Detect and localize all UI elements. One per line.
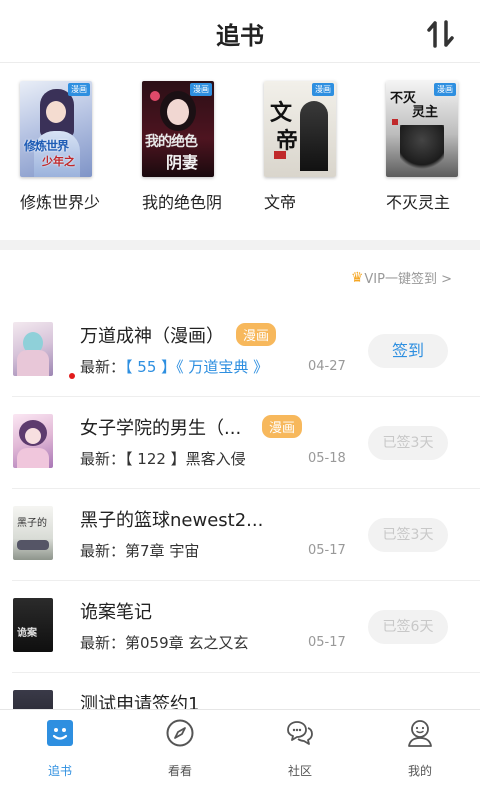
- comic-badge: 漫画: [262, 415, 303, 438]
- latest-chapter: 最新：第7章 宇宙: [80, 540, 199, 561]
- crown-icon: ♛: [350, 269, 364, 286]
- latest-prefix: 最新：: [80, 542, 126, 560]
- vip-sign-in-label: VIP一键签到 >: [364, 272, 452, 287]
- latest-prefix: 最新：: [80, 450, 126, 468]
- latest-chapter-link[interactable]: 【 122 】黑客入侵: [125, 450, 246, 468]
- vip-sign-in-link[interactable]: ♛ VIP一键签到 >: [350, 268, 452, 288]
- book-cover: [13, 322, 53, 376]
- latest-chapter-link[interactable]: 【 55 】《 万道宝典 》: [125, 358, 268, 376]
- sort-button[interactable]: [426, 20, 456, 48]
- tab-label: 看看: [167, 764, 192, 778]
- app-header: 追书: [0, 0, 480, 63]
- tab-label: 我的: [407, 764, 432, 778]
- book-title: 黑子的篮球newest2...: [80, 510, 264, 531]
- book-title: 女子学院的男生（...: [80, 418, 242, 439]
- latest-chapter: 最新：【 55 】《 万道宝典 》: [80, 356, 268, 377]
- recent-books-shelf: 修炼世界 少年之 漫画 修炼世界少 我的绝色 阴妻 漫画 我的绝色阴 文 帝 漫…: [0, 63, 480, 239]
- tab-profile[interactable]: 我的: [360, 718, 480, 779]
- sign-in-button[interactable]: 签到: [368, 334, 448, 368]
- update-date: 05-17: [308, 635, 346, 650]
- book-title: 万道成神（漫画）: [80, 326, 224, 347]
- user-icon: [408, 720, 432, 747]
- list-item[interactable]: 诡案 诡案笔记 最新：第059章 玄之又玄 05-17 已签6天: [0, 581, 480, 673]
- page-title: 追书: [216, 22, 264, 50]
- update-date: 04-27: [308, 359, 346, 374]
- tab-label: 社区: [287, 764, 312, 778]
- face-icon: [47, 720, 73, 746]
- bottom-tab-bar: 追书 看看 社区 我的: [0, 709, 480, 800]
- shelf-book-title: 我的绝色阴: [142, 193, 223, 212]
- latest-prefix: 最新：: [80, 634, 126, 652]
- shelf-book[interactable]: 我的绝色 阴妻 漫画 我的绝色阴: [142, 81, 252, 213]
- compass-icon: [166, 719, 194, 747]
- update-date: 05-18: [308, 451, 346, 466]
- shelf-book-title: 修炼世界少: [20, 193, 101, 212]
- sort-arrows-icon: [427, 20, 454, 48]
- tab-label: 追书: [47, 764, 72, 778]
- list-item[interactable]: 女子学院的男生（... 漫画 最新：【 122 】黑客入侵 05-18 已签3天: [0, 397, 480, 489]
- signed-days-button[interactable]: 已签3天: [368, 426, 448, 460]
- chat-bubbles-icon: [287, 721, 313, 745]
- list-item[interactable]: 黑子的 黑子的篮球newest2... 最新：第7章 宇宙 05-17 已签3天: [0, 489, 480, 581]
- shelf-book-title: 文帝: [264, 193, 297, 212]
- tab-community[interactable]: 社区: [240, 718, 360, 779]
- book-cover: 诡案: [13, 598, 53, 652]
- unread-dot: [69, 373, 75, 379]
- latest-chapter: 最新：第059章 玄之又玄: [80, 632, 248, 653]
- shelf-book-title: 不灭灵主: [386, 193, 451, 212]
- book-cover: [13, 414, 53, 468]
- tab-browse[interactable]: 看看: [120, 718, 240, 779]
- book-cover: 我的绝色 阴妻 漫画: [142, 81, 214, 177]
- book-cover: 文 帝 漫画: [264, 81, 336, 177]
- signed-days-button[interactable]: 已签6天: [368, 610, 448, 644]
- book-cover: 不灭 灵主 漫画: [386, 81, 458, 177]
- latest-chapter: 最新：【 122 】黑客入侵: [80, 448, 246, 469]
- update-date: 05-17: [308, 543, 346, 558]
- book-title: 诡案笔记: [80, 602, 152, 623]
- book-cover: 黑子的: [13, 506, 53, 560]
- latest-prefix: 最新：: [80, 358, 126, 376]
- latest-chapter-link[interactable]: 第7章 宇宙: [125, 542, 199, 560]
- signed-days-button[interactable]: 已签3天: [368, 518, 448, 552]
- shelf-book[interactable]: 文 帝 漫画 文帝: [264, 81, 374, 213]
- book-cover: 修炼世界 少年之 漫画: [20, 81, 92, 177]
- comic-badge: 漫画: [236, 323, 277, 346]
- tab-follow[interactable]: 追书: [0, 718, 120, 779]
- list-item[interactable]: 万道成神（漫画） 漫画 最新：【 55 】《 万道宝典 》 04-27 签到: [0, 305, 480, 397]
- section-divider: [0, 240, 480, 250]
- shelf-book[interactable]: 修炼世界 少年之 漫画 修炼世界少: [20, 81, 130, 213]
- latest-chapter-link[interactable]: 第059章 玄之又玄: [125, 634, 248, 652]
- shelf-book[interactable]: 不灭 灵主 漫画 不灭灵主: [386, 81, 480, 213]
- cover-title-text: 修炼世界: [24, 139, 69, 153]
